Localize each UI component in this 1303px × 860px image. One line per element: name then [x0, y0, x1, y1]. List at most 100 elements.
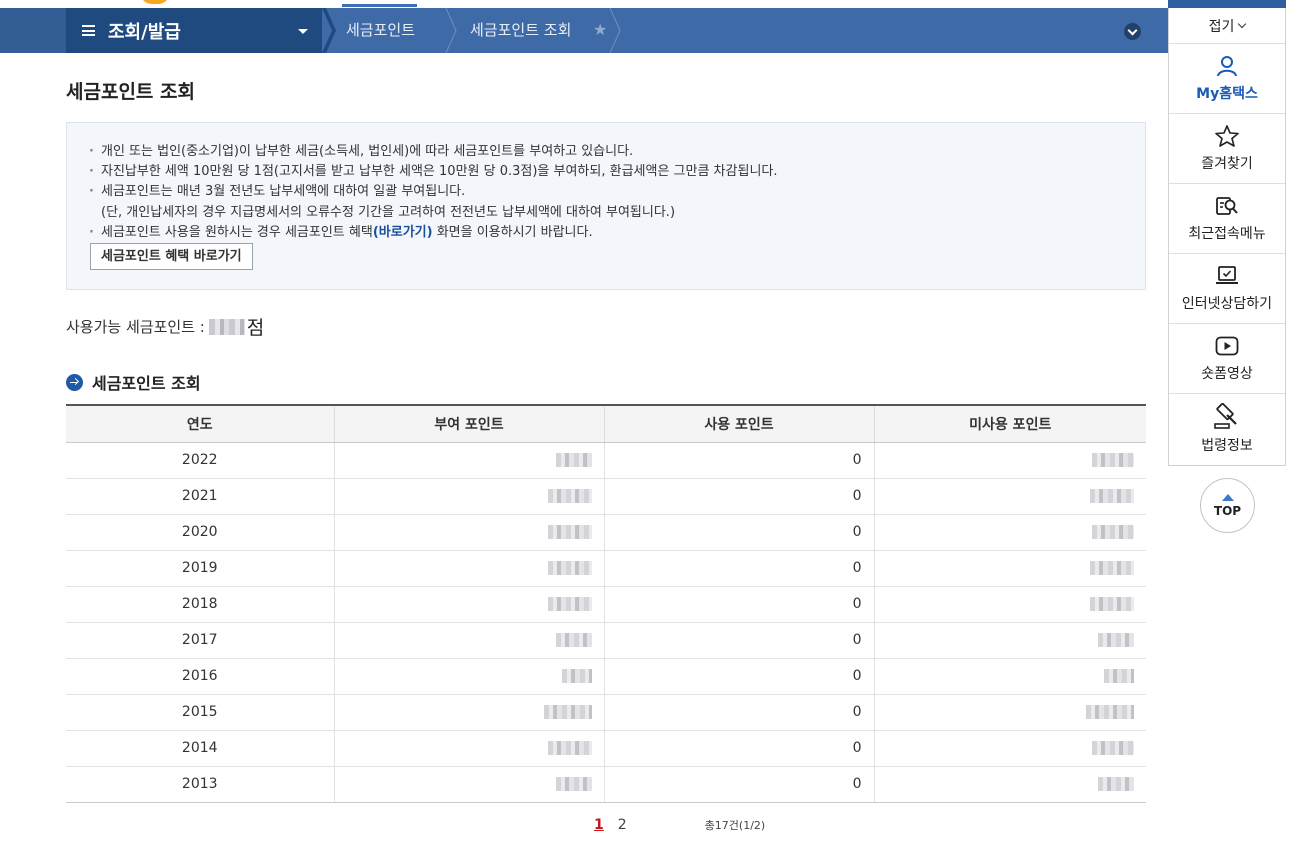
masked-value	[1090, 597, 1134, 611]
quick-item-label: 즐겨찾기	[1201, 155, 1253, 172]
masked-value	[208, 318, 245, 335]
section-title-text: 세금포인트 조회	[92, 374, 201, 393]
play-icon	[1215, 336, 1239, 355]
caret-down-icon	[298, 29, 308, 34]
unused-cell	[873, 442, 1146, 479]
benefit-link[interactable]: (바로가기)	[373, 225, 433, 240]
year-cell: 2020	[66, 514, 334, 551]
masked-value	[1090, 561, 1134, 575]
granted-cell	[333, 478, 604, 515]
table-row: 2018 0	[66, 586, 1146, 623]
top-strip	[0, 0, 1303, 8]
used-cell: 0	[603, 550, 874, 587]
scroll-top-button[interactable]: TOP	[1200, 478, 1255, 533]
table-row: 2016 0	[66, 658, 1146, 695]
used-cell: 0	[603, 478, 874, 515]
quick-item-short-video[interactable]: 숏폼영상	[1169, 324, 1285, 394]
year-cell: 2018	[66, 586, 334, 623]
granted-cell	[333, 766, 604, 803]
favorite-star-icon[interactable]: ★	[593, 20, 607, 39]
column-header-year: 연도	[66, 404, 334, 443]
chevron-right-icon	[609, 8, 621, 53]
granted-cell	[333, 622, 604, 659]
masked-value	[1092, 525, 1134, 539]
masked-value	[543, 705, 592, 719]
scroll-top-label: TOP	[1213, 503, 1242, 518]
quick-item-label: 법령정보	[1201, 438, 1253, 454]
info-list: 개인 또는 법인(중소기업)이 납부한 세금(소득세, 법인세)에 따라 세금포…	[87, 142, 778, 243]
points-unit: 점	[246, 317, 265, 339]
info-line-note: (단, 개인납세자의 경우 지급명세서의 오류수정 기간을 고려하여 전전년도 …	[101, 204, 676, 220]
granted-cell	[333, 658, 604, 695]
year-cell: 2015	[66, 694, 334, 731]
quick-menu: 접기 My홈택스 즐겨찾기 최근접속메뉴 인터넷상담하기 숏폼영상 법령정보	[1168, 8, 1286, 466]
arrow-up-icon	[1221, 493, 1234, 501]
quick-item-favorites[interactable]: 즐겨찾기	[1169, 114, 1285, 184]
column-header-used: 사용 포인트	[603, 404, 874, 443]
page-link-2[interactable]: 2	[618, 817, 627, 833]
total-count: 총17건(1/2)	[704, 819, 766, 832]
info-line: 세금포인트 사용을 원하시는 경우 세금포인트 혜택(바로가기) 화면을 이용하…	[87, 223, 778, 243]
hamburger-icon	[82, 25, 95, 36]
breadcrumb-item-tax-point[interactable]: 세금포인트	[346, 8, 415, 53]
masked-value	[547, 597, 592, 611]
granted-cell	[333, 442, 604, 479]
nav-left-block	[0, 8, 66, 53]
pagination: 1 2 총17건(1/2)	[594, 817, 765, 833]
masked-value	[547, 525, 592, 539]
table-row: 2022 0	[66, 442, 1146, 479]
menu-title: 조회/발급	[108, 21, 181, 43]
info-line: 자진납부한 세액 10만원 당 1점(고지서를 받고 납부한 세액은 10만원 …	[87, 162, 778, 182]
menu-dropdown[interactable]: 조회/발급	[66, 8, 322, 53]
masked-value	[547, 489, 592, 503]
masked-value	[1092, 741, 1134, 755]
breadcrumb-item-tax-point-inquiry[interactable]: 세금포인트 조회	[470, 8, 571, 53]
granted-cell	[333, 514, 604, 551]
fold-button[interactable]: 접기	[1169, 8, 1285, 44]
gavel-icon	[1214, 403, 1237, 429]
section-title: 세금포인트 조회	[66, 370, 201, 394]
quick-item-label: My홈택스	[1196, 85, 1258, 102]
chevron-down-icon	[1238, 19, 1247, 28]
used-cell: 0	[603, 586, 874, 623]
masked-value	[547, 741, 592, 755]
column-header-granted: 부여 포인트	[333, 404, 604, 443]
quick-item-my-hometax[interactable]: My홈택스	[1169, 44, 1285, 114]
year-cell: 2013	[66, 766, 334, 803]
active-tab-indicator	[342, 4, 417, 7]
table-row: 2021 0	[66, 478, 1146, 515]
quick-item-label: 최근접속메뉴	[1188, 225, 1266, 242]
available-points: 사용가능 세금포인트 : 점	[66, 313, 264, 340]
granted-cell	[333, 730, 604, 767]
year-cell: 2021	[66, 478, 334, 515]
recent-search-icon	[1216, 196, 1238, 215]
year-cell: 2019	[66, 550, 334, 587]
masked-value	[555, 453, 592, 467]
masked-value	[1098, 633, 1134, 647]
quick-item-label: 인터넷상담하기	[1181, 295, 1273, 312]
masked-value	[547, 561, 592, 575]
masked-value	[1090, 489, 1134, 503]
year-cell: 2014	[66, 730, 334, 767]
table-row: 2013 0	[66, 766, 1146, 803]
star-icon	[1215, 124, 1239, 147]
quick-item-online-consult[interactable]: 인터넷상담하기	[1169, 254, 1285, 324]
expand-menu-button[interactable]	[1124, 23, 1141, 40]
info-line-text: 화면을 이용하시기 바랍니다.	[432, 224, 593, 240]
benefit-shortcut-button[interactable]: 세금포인트 혜택 바로가기	[90, 243, 253, 270]
quick-item-law-info[interactable]: 법령정보	[1169, 394, 1285, 464]
chevron-right-icon	[445, 8, 457, 53]
granted-cell	[333, 586, 604, 623]
unused-cell	[873, 514, 1146, 551]
quick-item-label: 숏폼영상	[1201, 365, 1253, 382]
fold-label: 접기	[1208, 18, 1235, 35]
unused-cell	[873, 586, 1146, 623]
page-link-1[interactable]: 1	[594, 817, 604, 833]
breadcrumb: 조회/발급 세금포인트 세금포인트 조회 ★	[0, 8, 1168, 53]
quick-item-recent-menu[interactable]: 최근접속메뉴	[1169, 184, 1285, 254]
points-table: 연도 부여 포인트 사용 포인트 미사용 포인트 2022 0 2021 0 2…	[66, 404, 1146, 803]
person-icon	[1217, 55, 1237, 76]
granted-cell	[333, 694, 604, 731]
used-cell: 0	[603, 622, 874, 659]
used-cell: 0	[603, 766, 874, 803]
